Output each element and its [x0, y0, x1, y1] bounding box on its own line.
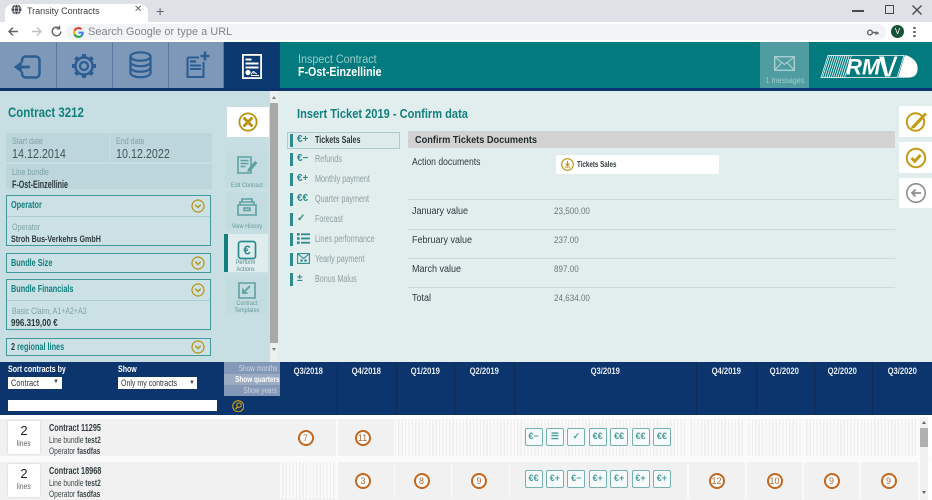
svg-text:€: € [243, 243, 250, 258]
svg-text:RM: RM [846, 55, 881, 78]
